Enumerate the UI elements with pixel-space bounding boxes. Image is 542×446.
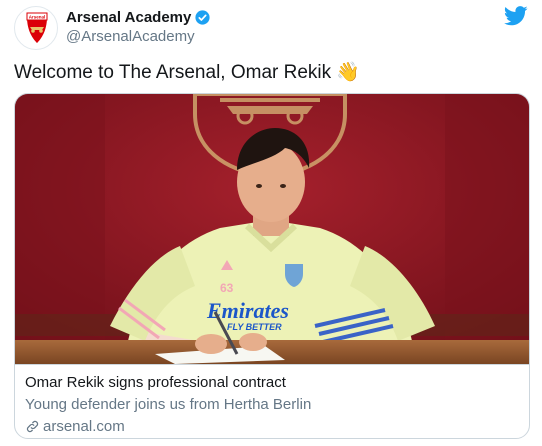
card-image[interactable]: 63 Emirates FLY BETTER bbox=[15, 94, 530, 364]
card-title[interactable]: Omar Rekik signs professional contract bbox=[25, 373, 286, 392]
tweet-text: Welcome to The Arsenal, Omar Rekik 👋 bbox=[14, 61, 360, 85]
display-name[interactable]: Arsenal Academy bbox=[66, 8, 211, 27]
avatar-crest-text: Arsenal bbox=[29, 15, 46, 20]
waving-hand-icon: 👋 bbox=[336, 62, 361, 83]
display-name-text[interactable]: Arsenal Academy bbox=[66, 8, 191, 27]
link-card[interactable]: 63 Emirates FLY BETTER Omar Rekik signs … bbox=[14, 93, 530, 439]
avatar[interactable]: Arsenal bbox=[14, 6, 58, 50]
tweet-header: Arsenal Arsenal Academy @ArsenalAcademy bbox=[14, 6, 532, 50]
shirt-sponsor-sub: FLY BETTER bbox=[227, 322, 282, 332]
account-names: Arsenal Academy @ArsenalAcademy bbox=[66, 8, 211, 46]
verified-badge-icon bbox=[195, 10, 210, 25]
card-domain[interactable]: arsenal.com bbox=[25, 417, 125, 436]
twitter-bird-icon[interactable] bbox=[504, 6, 528, 26]
card-description: Young defender joins us from Hertha Berl… bbox=[25, 396, 312, 413]
account-handle[interactable]: @ArsenalAcademy bbox=[66, 27, 211, 46]
card-body[interactable]: Omar Rekik signs professional contract Y… bbox=[15, 364, 529, 438]
shirt-number: 63 bbox=[220, 281, 234, 295]
tweet-text-body: Welcome to The Arsenal, Omar Rekik bbox=[14, 62, 332, 83]
card-domain-text[interactable]: arsenal.com bbox=[43, 417, 125, 436]
link-icon bbox=[26, 420, 39, 433]
